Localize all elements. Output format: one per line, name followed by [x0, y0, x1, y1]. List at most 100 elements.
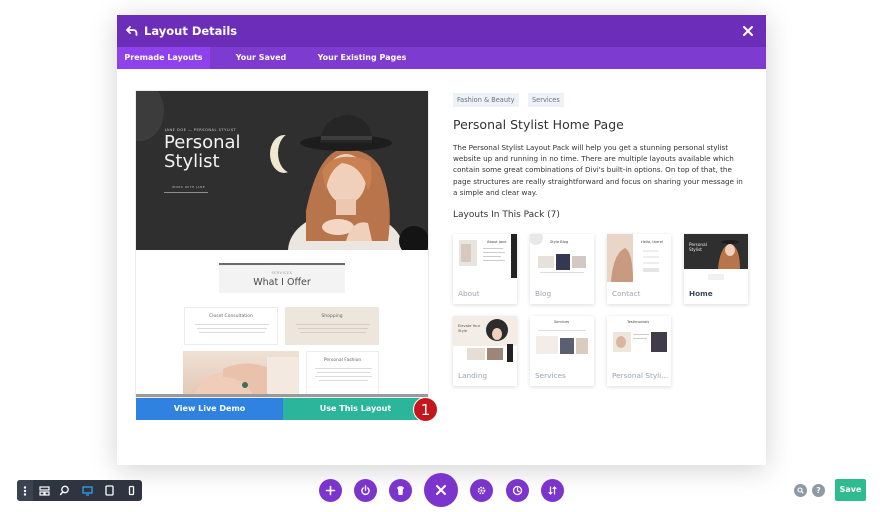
hero-title-line2: Stylist — [164, 151, 220, 172]
layout-title: Personal Stylist Home Page — [453, 117, 624, 132]
layout-thumbnail: About Jane — [453, 234, 517, 286]
gear-icon — [477, 486, 486, 495]
toolbar-menu[interactable] — [17, 480, 33, 501]
trash-icon — [397, 486, 404, 495]
close-icon — [436, 485, 446, 495]
view-mode-toolbar — [17, 480, 142, 501]
service-card: Shopping — [285, 307, 379, 345]
thumb-text: Services — [554, 320, 570, 324]
more-vertical-icon[interactable] — [23, 486, 27, 496]
desktop-icon[interactable] — [81, 484, 94, 497]
modal-title: Layout Details — [144, 24, 238, 38]
text-line — [296, 324, 370, 325]
hero-button-line — [164, 192, 208, 193]
text-line — [315, 376, 372, 377]
layout-card-home[interactable]: Personal Stylist Home — [684, 234, 748, 304]
add-module-button[interactable] — [319, 479, 342, 502]
search-icon — [797, 487, 804, 494]
layout-thumbnail: Services — [530, 316, 594, 368]
thumb-text: Style Blog — [550, 240, 569, 244]
text-line — [317, 372, 370, 373]
help-icon[interactable]: ? — [812, 484, 825, 497]
layout-card-label: Services — [535, 371, 566, 380]
layout-card-label: About — [458, 289, 480, 298]
service-card: Personal Fashion — [306, 351, 379, 397]
modal-header: Layout Details — [117, 15, 766, 47]
power-icon — [361, 485, 370, 496]
phone-icon[interactable] — [125, 484, 138, 497]
layout-card-label: Home — [689, 289, 713, 298]
layout-card-label: Contact — [612, 289, 641, 298]
hands-image — [193, 357, 299, 397]
portability-button[interactable] — [354, 479, 377, 502]
layout-thumbnail: Style Blog — [530, 234, 594, 286]
sort-icon — [548, 486, 557, 495]
thumb-text: Testimonials — [627, 320, 650, 324]
close-settings-button[interactable] — [424, 473, 458, 507]
search-button[interactable] — [794, 484, 807, 497]
service-card-title: Shopping — [321, 314, 343, 319]
services-eyebrow: SERVICES — [271, 271, 293, 275]
about-thumb-image — [453, 234, 517, 286]
service-card: Closet Consultation — [184, 307, 278, 345]
tab-existing-pages[interactable]: Your Existing Pages — [317, 47, 407, 69]
wireframe-icon[interactable] — [38, 484, 51, 497]
layout-card-about[interactable]: About Jane About — [453, 234, 517, 304]
text-line — [298, 328, 368, 329]
layout-details-modal: Layout Details Premade Layouts Your Save… — [117, 15, 766, 465]
layout-card-blog[interactable]: Style Blog Blog — [530, 234, 594, 304]
layout-card-personal-stylist[interactable]: Testimonials Personal Styli... — [607, 316, 671, 386]
zoom-icon[interactable] — [59, 484, 72, 497]
services-top-line — [219, 263, 345, 265]
preview-hero: JANE DOE — PERSONAL STYLIST Personal Sty… — [136, 91, 428, 250]
tablet-icon[interactable] — [103, 484, 116, 497]
thumb-text: Personal Stylist — [689, 242, 707, 252]
view-live-demo-button[interactable]: View Live Demo — [136, 398, 283, 420]
decorative-dot — [399, 226, 428, 250]
plus-icon — [325, 485, 336, 496]
thumb-text: Hello, there! — [641, 240, 664, 244]
layout-thumbnail: Elevate Your Style — [453, 316, 517, 368]
layout-thumbnail: Testimonials — [607, 316, 671, 368]
back-arrow-icon[interactable] — [125, 24, 139, 38]
layout-thumbnail: Personal Stylist — [684, 234, 748, 286]
close-icon[interactable] — [742, 25, 754, 37]
clear-layout-button[interactable] — [389, 479, 412, 502]
hero-title: Personal Stylist — [164, 133, 241, 171]
thumb-text: Elevate Your Style — [458, 324, 481, 333]
text-line — [300, 332, 366, 333]
text-line — [195, 324, 269, 325]
preview-scrollbar[interactable] — [136, 394, 428, 397]
decorative-circle — [136, 91, 164, 141]
layout-card-services[interactable]: Services Services — [530, 316, 594, 386]
layout-description: The Personal Stylist Layout Pack will he… — [453, 143, 743, 197]
text-line — [315, 368, 372, 369]
layout-card-label: Personal Styli... — [612, 371, 669, 380]
use-this-layout-button[interactable]: Use This Layout — [283, 398, 428, 420]
text-line — [319, 380, 368, 381]
layout-card-landing[interactable]: Elevate Your Style Landing — [453, 316, 517, 386]
layout-card-contact[interactable]: Hello, there! Contact — [607, 234, 671, 304]
layout-preview[interactable]: JANE DOE — PERSONAL STYLIST Personal Sty… — [136, 91, 428, 397]
layer-order-button[interactable] — [541, 479, 564, 502]
category-tag[interactable]: Fashion & Beauty — [453, 93, 519, 107]
service-card-title: Personal Fashion — [323, 358, 362, 363]
layout-card-label: Landing — [458, 371, 488, 380]
page-settings-button[interactable] — [470, 479, 493, 502]
stylist-portrait-image — [288, 115, 404, 250]
history-button[interactable] — [506, 479, 529, 502]
tab-bar: Premade Layouts Your Saved Layouts Your … — [117, 47, 766, 84]
save-button[interactable]: Save — [835, 479, 866, 501]
tab-premade-layouts[interactable]: Premade Layouts — [117, 47, 210, 69]
history-icon — [512, 485, 523, 496]
category-tag[interactable]: Services — [528, 93, 564, 107]
service-card-title: Closet Consultation — [209, 314, 253, 319]
text-line — [199, 332, 265, 333]
text-line — [197, 328, 267, 329]
step-badge: 1 — [413, 397, 438, 422]
layout-thumbnail: Hello, there! — [607, 234, 671, 286]
thumb-text: About Jane — [487, 240, 507, 244]
layout-card-label: Blog — [535, 289, 552, 298]
tab-saved-layouts[interactable]: Your Saved Layouts — [217, 47, 305, 84]
services-title: What I Offer — [253, 277, 311, 288]
